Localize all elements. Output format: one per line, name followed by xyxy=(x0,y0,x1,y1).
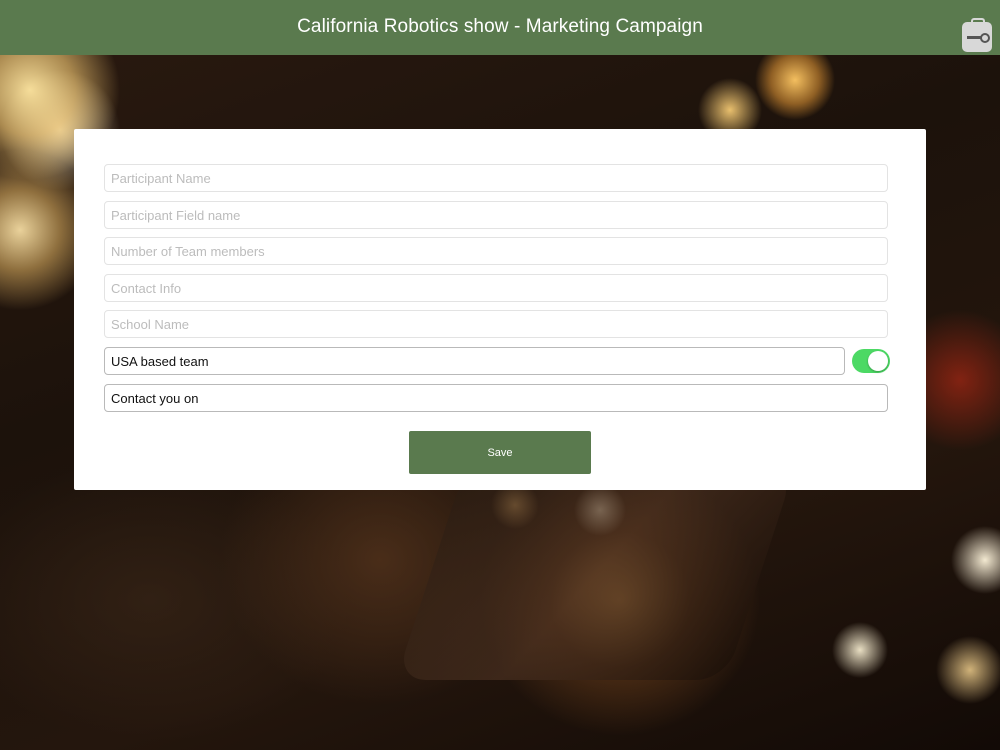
usa-based-team-toggle[interactable] xyxy=(852,349,890,373)
usa-based-team-field xyxy=(104,347,845,375)
app-header: California Robotics show - Marketing Cam… xyxy=(0,0,1000,55)
participant-name-input[interactable] xyxy=(104,164,888,192)
registration-form: Save xyxy=(74,129,926,490)
background-object xyxy=(395,470,795,680)
contact-info-input[interactable] xyxy=(104,274,888,302)
page-title: California Robotics show - Marketing Cam… xyxy=(297,15,703,37)
save-button[interactable]: Save xyxy=(409,431,591,474)
school-name-input[interactable] xyxy=(104,310,888,338)
participant-field-name-input[interactable] xyxy=(104,201,888,229)
contact-you-on-field[interactable] xyxy=(104,384,888,412)
briefcase-key-icon[interactable] xyxy=(962,18,992,52)
team-members-count-input[interactable] xyxy=(104,237,888,265)
toggle-knob xyxy=(868,351,888,371)
